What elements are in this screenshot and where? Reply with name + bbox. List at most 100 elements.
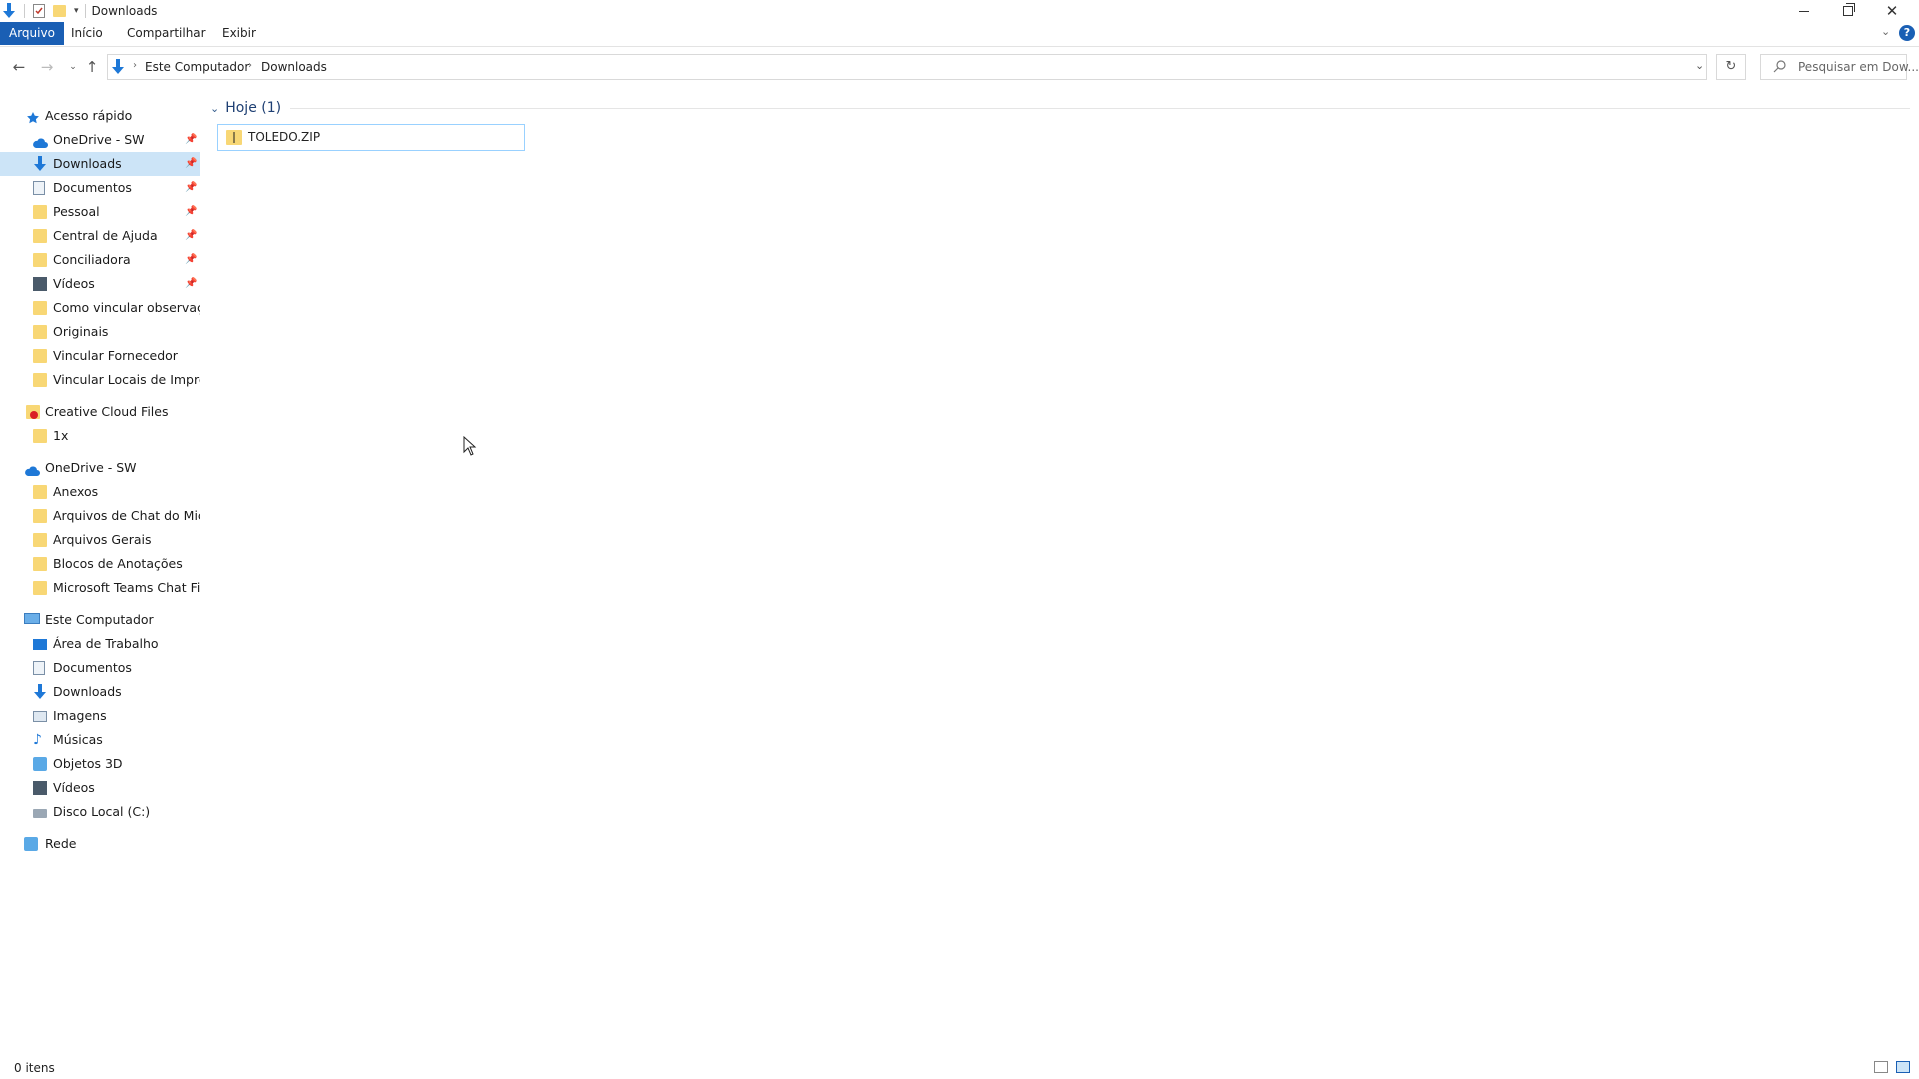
sidebar-item-label: Documentos (53, 660, 132, 675)
sidebar-item-teams-chat-files[interactable]: Microsoft Teams Chat Files (0, 576, 200, 600)
details-view-icon[interactable] (1874, 1061, 1888, 1073)
sidebar-item-vincular-fornecedor[interactable]: Vincular Fornecedor (0, 344, 200, 368)
breadcrumb-downloads[interactable]: Downloads (261, 60, 327, 74)
sidebar-item-pessoal[interactable]: Pessoal 📌 (0, 200, 200, 224)
cloud-icon (24, 461, 40, 476)
sidebar-item-label: Blocos de Anotações (53, 556, 183, 571)
sidebar-item-musicas[interactable]: ♪ Músicas (0, 728, 200, 752)
up-arrow-icon: ↑ (85, 58, 99, 76)
tab-arquivo[interactable]: Arquivo (0, 22, 64, 45)
sidebar-item-area-de-trabalho[interactable]: Área de Trabalho (0, 632, 200, 656)
folder-icon (33, 533, 47, 547)
pin-icon[interactable]: 📌 (185, 272, 197, 296)
sidebar-item-onedrive-sw[interactable]: OneDrive - SW 📌 (0, 128, 200, 152)
download-arrow-icon (111, 59, 125, 78)
forward-button[interactable]: → (37, 58, 57, 76)
tab-inicio[interactable]: Início (62, 22, 112, 45)
file-item-toledo-zip[interactable]: TOLEDO.ZIP (217, 124, 525, 151)
tab-exibir[interactable]: Exibir (213, 22, 265, 45)
sidebar-item-downloads[interactable]: Downloads 📌 (0, 152, 200, 176)
sidebar-item-arquivos-de-chat[interactable]: Arquivos de Chat do Micros (0, 504, 200, 528)
zip-folder-icon (226, 130, 242, 145)
sidebar-item-central-de-ajuda[interactable]: Central de Ajuda 📌 (0, 224, 200, 248)
window-title: Downloads (91, 4, 158, 18)
sidebar-item-documentos-pc[interactable]: Documentos (0, 656, 200, 680)
sidebar-item-label: Rede (45, 836, 77, 851)
sidebar-item-originais[interactable]: Originais (0, 320, 200, 344)
pin-icon[interactable]: 📌 (185, 200, 197, 224)
sidebar-item-downloads-pc[interactable]: Downloads (0, 680, 200, 704)
chevron-down-icon: ⌄ (69, 62, 77, 72)
breadcrumb-separator: › (133, 60, 137, 71)
up-button[interactable]: ↑ (82, 58, 102, 76)
pin-icon[interactable]: 📌 (185, 248, 197, 272)
help-icon[interactable]: ? (1899, 25, 1915, 41)
sidebar-item-blocos-de-anotacoes[interactable]: Blocos de Anotações (0, 552, 200, 576)
breadcrumb-este-computador[interactable]: Este Computador (145, 60, 249, 74)
customize-toolbar-icon[interactable]: ▾ (74, 6, 79, 16)
pin-icon[interactable]: 📌 (185, 224, 197, 248)
folder-icon (33, 229, 47, 243)
star-icon (26, 109, 40, 124)
back-button[interactable]: ← (9, 58, 29, 76)
sidebar-rede[interactable]: Rede (0, 832, 200, 856)
sidebar-item-disco-local[interactable]: Disco Local (C:) (0, 800, 200, 824)
new-folder-icon[interactable] (53, 5, 66, 17)
expand-ribbon-icon[interactable]: ⌄ (1881, 25, 1890, 38)
group-label: Hoje (1) (225, 100, 282, 116)
sidebar-quick-access[interactable]: Acesso rápido (0, 104, 200, 128)
sidebar-item-como-vincular[interactable]: Como vincular observações (0, 296, 200, 320)
sidebar-item-label: Documentos (53, 180, 132, 195)
sidebar-item-label: Conciliadora (53, 252, 131, 267)
sidebar-item-label: Acesso rápido (45, 108, 133, 123)
sidebar-creative-cloud-files[interactable]: Creative Cloud Files (0, 400, 200, 424)
pin-icon[interactable]: 📌 (185, 152, 197, 176)
sidebar-item-arquivos-gerais[interactable]: Arquivos Gerais (0, 528, 200, 552)
folder-icon (33, 581, 47, 595)
sidebar-item-label: Como vincular observações (53, 300, 200, 315)
document-icon (33, 661, 45, 675)
address-bar[interactable]: › Este Computador › Downloads ⌄ (107, 54, 1707, 80)
sidebar-item-label: Anexos (53, 484, 99, 499)
sidebar-item-documentos[interactable]: Documentos 📌 (0, 176, 200, 200)
sidebar-item-objetos-3d[interactable]: Objetos 3D (0, 752, 200, 776)
sidebar-item-anexos[interactable]: Anexos (0, 480, 200, 504)
pin-icon[interactable]: 📌 (185, 128, 197, 152)
properties-icon[interactable] (33, 4, 45, 18)
recent-locations-button[interactable]: ⌄ (63, 58, 83, 76)
sidebar-item-imagens[interactable]: Imagens (0, 704, 200, 728)
large-icons-view-icon[interactable] (1896, 1061, 1910, 1073)
sidebar-item-vincular-locais[interactable]: Vincular Locais de Impressã (0, 368, 200, 392)
cloud-icon (32, 133, 48, 148)
video-icon (33, 781, 47, 795)
download-arrow-icon (2, 3, 16, 19)
sidebar-item-conciliadora[interactable]: Conciliadora 📌 (0, 248, 200, 272)
desktop-icon (33, 639, 47, 650)
address-dropdown-icon[interactable]: ⌄ (1695, 59, 1704, 72)
sidebar-item-videos[interactable]: Vídeos 📌 (0, 272, 200, 296)
sidebar-item-1x[interactable]: 1x (0, 424, 200, 448)
status-item-count: 0 itens (14, 1061, 55, 1075)
refresh-icon: ↻ (1725, 59, 1737, 74)
folder-icon (33, 557, 47, 571)
search-icon (1773, 59, 1787, 76)
folder-icon (33, 325, 47, 339)
sidebar-este-computador[interactable]: Este Computador (0, 608, 200, 632)
restore-button[interactable] (1826, 0, 1870, 22)
drive-icon (33, 809, 47, 818)
search-input[interactable]: Pesquisar em Dow... (1760, 54, 1919, 80)
sidebar-item-label: Microsoft Teams Chat Files (53, 580, 200, 595)
close-button[interactable]: ✕ (1870, 0, 1914, 22)
sidebar-item-videos-pc[interactable]: Vídeos (0, 776, 200, 800)
folder-icon (33, 301, 47, 315)
sidebar-onedrive-sw[interactable]: OneDrive - SW (0, 456, 200, 480)
sidebar-item-label: Arquivos de Chat do Micros (53, 508, 200, 523)
group-header-hoje[interactable]: ⌄ Hoje (1) (210, 98, 281, 118)
pin-icon[interactable]: 📌 (185, 176, 197, 200)
minimize-button[interactable] (1782, 0, 1826, 22)
title-bar: ▾ Downloads ✕ (0, 0, 1919, 22)
refresh-button[interactable]: ↻ (1716, 54, 1746, 80)
breadcrumb-separator: › (248, 60, 252, 71)
sidebar-item-label: OneDrive - SW (45, 460, 137, 475)
tab-compartilhar[interactable]: Compartilhar (118, 22, 215, 45)
